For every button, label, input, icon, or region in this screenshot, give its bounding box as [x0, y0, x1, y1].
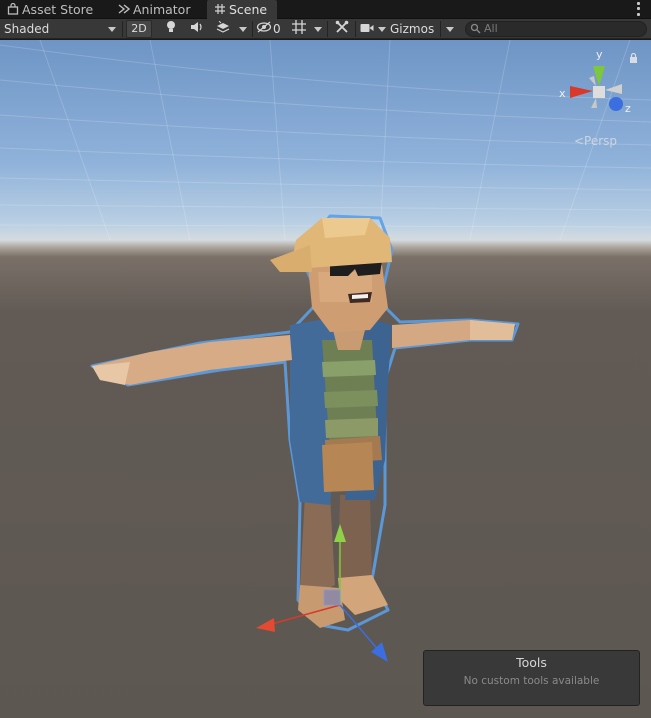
tab-label: Scene	[229, 2, 268, 17]
effects-dropdown-button[interactable]	[237, 20, 249, 38]
grid-snap-icon	[292, 19, 306, 39]
toolbar-divider	[252, 21, 253, 37]
lightbulb-icon	[165, 20, 177, 39]
shopping-bag-icon	[6, 2, 20, 16]
tab-animator[interactable]: Animator	[111, 0, 203, 19]
camera-settings-button[interactable]	[358, 20, 376, 38]
tab-asset-store[interactable]: Asset Store	[0, 0, 108, 19]
tab-label: Asset Store	[22, 2, 94, 17]
camera-icon	[360, 20, 374, 38]
shading-mode-label: Shaded	[4, 22, 50, 36]
lock-icon[interactable]	[629, 52, 638, 66]
more-options-icon[interactable]	[633, 1, 643, 17]
camera-dropdown-button[interactable]	[376, 20, 388, 38]
toolbar-divider	[355, 21, 356, 37]
move-tool-gizmo[interactable]	[0, 40, 651, 718]
gizmos-label: Gizmos	[390, 22, 435, 36]
component-tools-button[interactable]	[331, 20, 353, 38]
scene-viewport[interactable]: y x z <Persp Tools No custom tools avail…	[0, 40, 651, 718]
tools-overlay-panel: Tools No custom tools available	[423, 650, 640, 706]
grid-icon	[213, 2, 227, 16]
tools-overlay-title: Tools	[516, 655, 547, 670]
gizmo-z-cone	[609, 97, 623, 111]
effects-layers-icon	[216, 20, 230, 38]
toggle-2d-label: 2D	[131, 22, 147, 35]
orientation-gizmo[interactable]: y x z	[556, 48, 636, 128]
gizmos-dropdown-button[interactable]	[443, 20, 457, 38]
scene-search-input[interactable]: All	[465, 21, 647, 37]
gizmos-toggle-button[interactable]: Gizmos	[390, 20, 438, 38]
search-icon	[470, 23, 481, 38]
scene-visibility-button[interactable]: 0	[256, 20, 284, 38]
effects-toggle-button[interactable]	[211, 20, 235, 38]
toolbar-divider	[440, 21, 441, 37]
grid-toggle-button[interactable]	[288, 19, 310, 39]
tools-overlay-message: No custom tools available	[463, 675, 600, 687]
speaker-icon	[190, 20, 204, 38]
hidden-eye-icon	[256, 20, 272, 38]
move-x-handle	[256, 618, 275, 632]
search-placeholder: All	[484, 22, 498, 35]
tab-label: Animator	[133, 2, 191, 17]
lighting-toggle-button[interactable]	[160, 20, 182, 38]
chevron-down-icon	[378, 26, 386, 32]
hidden-objects-count: 0	[273, 22, 281, 36]
chevron-down-icon	[108, 27, 116, 32]
chevron-down-icon	[239, 26, 247, 32]
gizmo-x-label: x	[559, 87, 566, 100]
scene-toolbar: Shaded 2D 0 Gizmos All	[0, 19, 651, 39]
toolbar-divider	[327, 21, 328, 37]
tab-scene[interactable]: Scene	[207, 0, 277, 19]
move-y-handle	[334, 524, 346, 542]
toggle-2d-button[interactable]: 2D	[126, 20, 152, 38]
gizmo-z-label: z	[625, 102, 631, 115]
gizmo-x-cone	[570, 86, 593, 98]
toolbar-divider	[122, 21, 123, 37]
animator-icon	[117, 2, 131, 16]
projection-toggle[interactable]: <Persp	[574, 134, 617, 148]
audio-toggle-button[interactable]	[186, 20, 208, 38]
crossed-tools-icon	[335, 20, 349, 39]
grid-dropdown-button[interactable]	[312, 20, 324, 38]
shading-mode-dropdown[interactable]: Shaded	[4, 20, 118, 38]
editor-tab-bar: Asset Store Animator Scene	[0, 0, 651, 19]
chevron-down-icon	[314, 26, 322, 32]
chevron-down-icon	[446, 26, 454, 32]
gizmo-y-label: y	[596, 48, 603, 61]
